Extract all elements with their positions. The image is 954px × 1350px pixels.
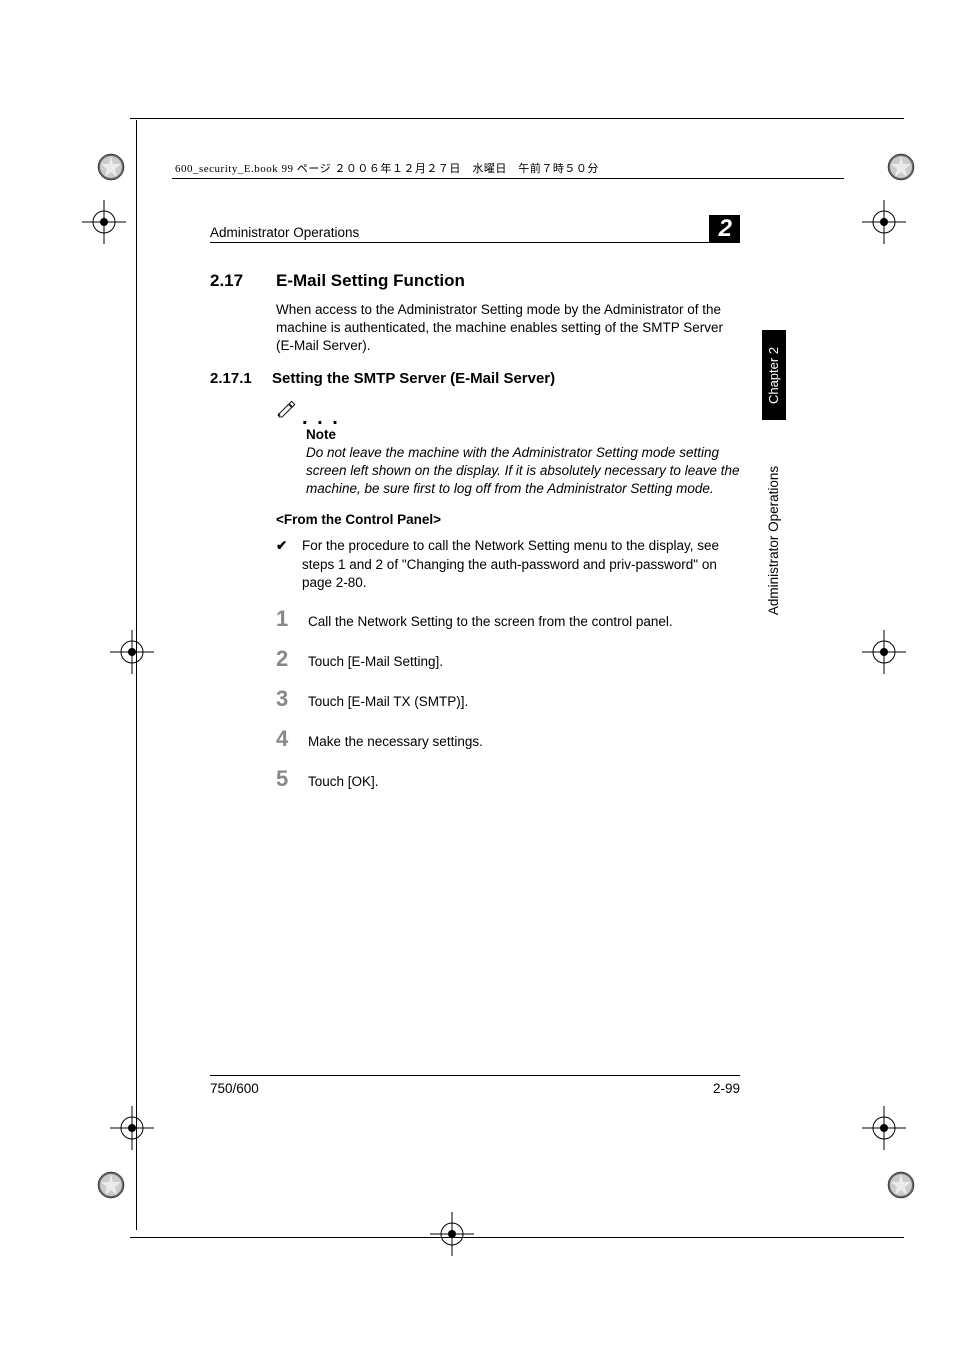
page-header: Administrator Operations 2 bbox=[210, 212, 740, 243]
subsection-title: Setting the SMTP Server (E-Mail Server) bbox=[272, 370, 555, 387]
step-text: Touch [E-Mail Setting]. bbox=[308, 653, 443, 669]
source-file-rule bbox=[172, 178, 844, 179]
step-row: 2 Touch [E-Mail Setting]. bbox=[276, 646, 740, 672]
side-chapter-tab: Chapter 2 bbox=[762, 330, 786, 420]
section-number: 2.17 bbox=[210, 271, 260, 291]
step-row: 5 Touch [OK]. bbox=[276, 766, 740, 792]
step-number: 4 bbox=[276, 726, 308, 752]
note-dots: . . . bbox=[302, 413, 340, 423]
source-file-line: 600_security_E.book 99 ページ ２００６年１２月２７日 水… bbox=[175, 160, 599, 176]
check-icon: ✔ bbox=[276, 537, 302, 592]
check-item: ✔ For the procedure to call the Network … bbox=[276, 537, 740, 592]
subsection-number: 2.17.1 bbox=[210, 370, 260, 387]
step-number: 1 bbox=[276, 606, 308, 632]
header-title: Administrator Operations bbox=[210, 225, 359, 240]
side-chapter-label: Chapter 2 bbox=[767, 346, 782, 403]
step-number: 3 bbox=[276, 686, 308, 712]
registration-star-icon bbox=[96, 1170, 126, 1200]
step-row: 4 Make the necessary settings. bbox=[276, 726, 740, 752]
registration-target-icon bbox=[110, 1106, 154, 1150]
page-content: Administrator Operations 2 2.17 E-Mail S… bbox=[210, 212, 740, 806]
step-text: Make the necessary settings. bbox=[308, 733, 483, 749]
chapter-number-badge: 2 bbox=[709, 215, 740, 243]
registration-star-icon bbox=[96, 152, 126, 182]
note-block: . . . Note Do not leave the machine with… bbox=[276, 399, 740, 499]
step-row: 1 Call the Network Setting to the screen… bbox=[276, 606, 740, 632]
note-label: Note bbox=[306, 427, 740, 442]
section-heading: 2.17 E-Mail Setting Function bbox=[210, 271, 740, 291]
check-text: For the procedure to call the Network Se… bbox=[302, 537, 740, 592]
registration-star-icon bbox=[886, 1170, 916, 1200]
step-text: Call the Network Setting to the screen f… bbox=[308, 613, 673, 629]
step-text: Touch [OK]. bbox=[308, 773, 379, 789]
crop-frame-top bbox=[130, 118, 904, 119]
crop-frame-bottom bbox=[130, 1237, 904, 1238]
subsection-heading: 2.17.1 Setting the SMTP Server (E-Mail S… bbox=[210, 370, 740, 387]
step-row: 3 Touch [E-Mail TX (SMTP)]. bbox=[276, 686, 740, 712]
side-section-label: Administrator Operations bbox=[762, 440, 786, 640]
note-body: Do not leave the machine with the Admini… bbox=[306, 444, 740, 499]
registration-target-icon bbox=[862, 630, 906, 674]
footer-model: 750/600 bbox=[210, 1081, 259, 1096]
registration-target-icon bbox=[110, 630, 154, 674]
step-text: Touch [E-Mail TX (SMTP)]. bbox=[308, 693, 468, 709]
registration-target-icon bbox=[862, 200, 906, 244]
page-footer: 750/600 2-99 bbox=[210, 1075, 740, 1096]
crop-frame-left bbox=[136, 120, 137, 1230]
step-number: 2 bbox=[276, 646, 308, 672]
procedure-subhead: <From the Control Panel> bbox=[276, 512, 740, 527]
section-intro: When access to the Administrator Setting… bbox=[276, 301, 740, 356]
footer-page-number: 2-99 bbox=[713, 1081, 740, 1096]
registration-target-icon bbox=[862, 1106, 906, 1150]
note-icon bbox=[276, 399, 298, 425]
registration-star-icon bbox=[886, 152, 916, 182]
registration-target-icon bbox=[430, 1212, 474, 1256]
section-title: E-Mail Setting Function bbox=[276, 271, 465, 291]
step-number: 5 bbox=[276, 766, 308, 792]
registration-target-icon bbox=[82, 200, 126, 244]
